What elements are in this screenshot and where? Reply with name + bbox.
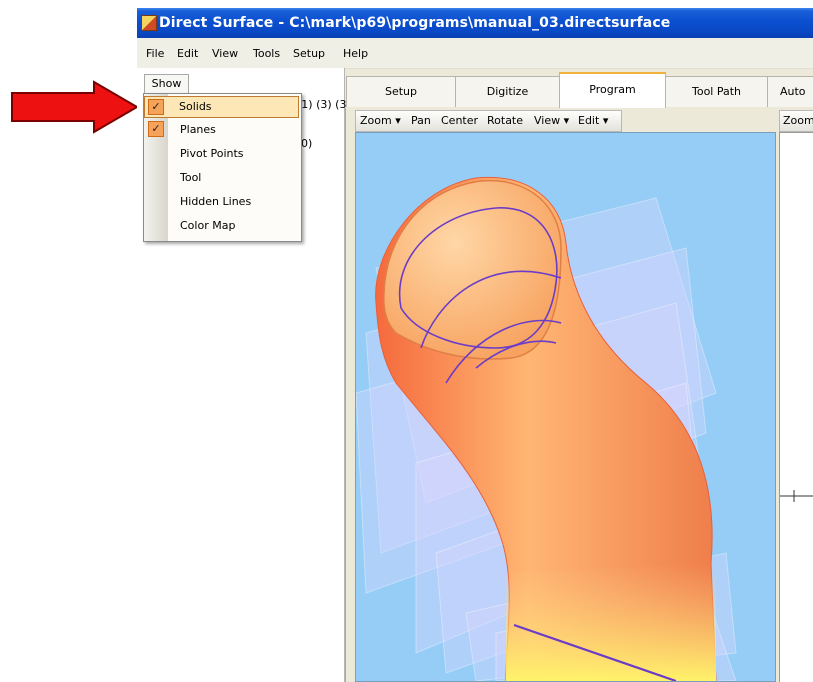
3d-canvas[interactable] [355, 132, 776, 682]
chevron-down-icon: ▾ [563, 114, 570, 127]
left-panel: Show (1) (3) (3 10) ) ✓ Solids ✓ Planes … [137, 68, 346, 682]
menu-item-pivot-points[interactable]: Pivot Points [145, 143, 300, 165]
center-button[interactable]: Center [441, 114, 478, 127]
axis-lines [780, 490, 813, 502]
menu-help[interactable]: Help [343, 47, 368, 60]
checkmark-icon: ✓ [148, 99, 164, 115]
menu-item-planes[interactable]: ✓ Planes [145, 119, 300, 141]
title-bar[interactable]: Direct Surface - C:\mark\p69\programs\ma… [137, 8, 813, 38]
menu-item-hidden-lines[interactable]: Hidden Lines [145, 191, 300, 213]
menu-item-tool[interactable]: Tool [145, 167, 300, 189]
menu-item-label: Color Map [180, 219, 236, 232]
viewport-secondary: Zoom [778, 108, 813, 682]
zoom-menu[interactable]: Zoom ▾ [360, 114, 401, 127]
edit-label: Edit [578, 114, 600, 127]
menu-item-label: Pivot Points [180, 147, 244, 160]
show-menu-button[interactable]: Show [144, 74, 189, 93]
tree-item[interactable]: (1) (3) (3 [297, 98, 346, 111]
menu-item-label: Tool [180, 171, 202, 184]
chevron-down-icon: ▾ [395, 114, 401, 127]
view-menu[interactable]: View ▾ [534, 114, 569, 127]
checkmark-icon: ✓ [148, 121, 164, 137]
viewport-main: Zoom ▾ Pan Center Rotate View ▾ Edit ▾ [345, 108, 776, 682]
solid-highlight [506, 563, 716, 681]
menu-item-label: Planes [180, 123, 216, 136]
tab-tool-path[interactable]: Tool Path [665, 76, 768, 107]
menu-item-label: Solids [179, 100, 212, 113]
menu-tools[interactable]: Tools [253, 47, 280, 60]
menu-item-label: Hidden Lines [180, 195, 252, 208]
menu-setup[interactable]: Setup [293, 47, 325, 60]
menu-bar: File Edit View Tools Setup Help [137, 38, 813, 69]
tab-auto[interactable]: Auto [767, 76, 813, 107]
menu-item-solids[interactable]: ✓ Solids [144, 96, 299, 118]
red-arrow-icon [11, 80, 139, 134]
menu-edit[interactable]: Edit [177, 47, 198, 60]
3d-model-render [355, 176, 737, 682]
viewport-toolbar: Zoom [779, 110, 813, 132]
tab-setup[interactable]: Setup [346, 76, 456, 107]
chevron-down-icon: ▾ [602, 114, 609, 127]
solid-cap [383, 179, 562, 360]
zoom-menu[interactable]: Zoom [783, 114, 813, 127]
app-window: Direct Surface - C:\mark\p69\programs\ma… [137, 8, 813, 682]
2d-canvas[interactable] [779, 132, 813, 682]
menu-view[interactable]: View [212, 47, 238, 60]
tab-digitize[interactable]: Digitize [455, 76, 560, 107]
tab-strip: Setup Digitize Program Tool Path Auto [345, 68, 813, 108]
edit-menu[interactable]: Edit ▾ [578, 114, 608, 127]
app-icon[interactable] [141, 15, 157, 31]
show-dropdown-menu: ✓ Solids ✓ Planes Pivot Points Tool Hidd… [143, 93, 302, 242]
menu-item-color-map[interactable]: Color Map [145, 215, 300, 237]
tab-program[interactable]: Program [559, 72, 666, 108]
menu-file[interactable]: File [146, 47, 164, 60]
viewport-toolbar: Zoom ▾ Pan Center Rotate View ▾ Edit ▾ [355, 110, 622, 132]
zoom-label: Zoom [360, 114, 392, 127]
pan-button[interactable]: Pan [411, 114, 431, 127]
rotate-button[interactable]: Rotate [487, 114, 523, 127]
view-label: View [534, 114, 561, 127]
window-title: Direct Surface - C:\mark\p69\programs\ma… [159, 15, 671, 31]
